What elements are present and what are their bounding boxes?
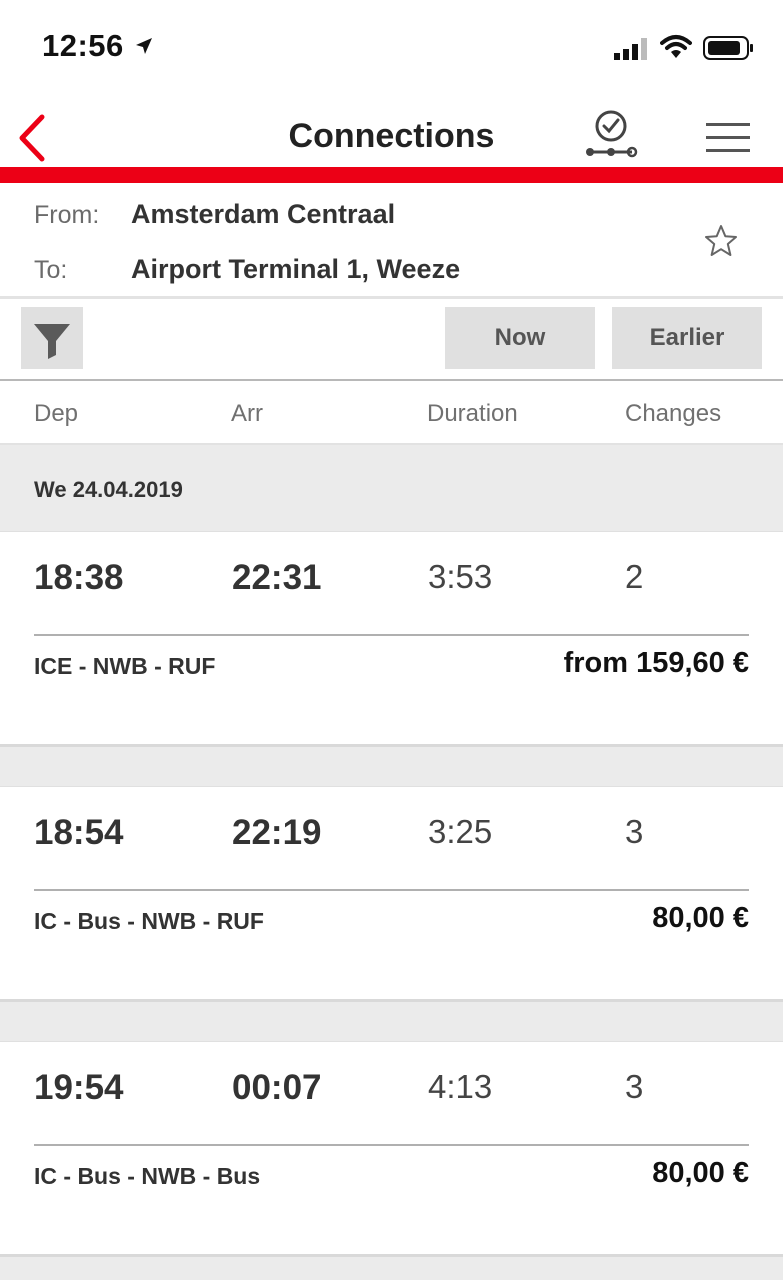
changes: 3 (625, 813, 644, 850)
accent-bar (0, 167, 783, 183)
to-label: To: (34, 256, 68, 284)
column-dep: Dep (34, 400, 79, 427)
products: ICE - NWB - RUF (34, 653, 216, 679)
arrival-time: 00:07 (232, 1068, 322, 1107)
to-station: Airport Terminal 1, Weeze (131, 254, 461, 284)
from-label: From: (34, 201, 100, 229)
menu-button[interactable] (706, 123, 750, 158)
date-text: We 24.04.2019 (34, 477, 183, 502)
divider (34, 889, 749, 891)
arrival-time: 22:19 (232, 813, 322, 852)
route-summary[interactable]: From: Amsterdam Centraal To: Airport Ter… (0, 183, 783, 296)
column-duration: Duration (427, 400, 518, 427)
duration: 3:53 (428, 558, 493, 595)
timetable-button[interactable] (582, 108, 640, 165)
page-title: Connections (288, 117, 495, 155)
clock-route-icon (582, 110, 640, 164)
status-time: 12:56 (42, 28, 124, 63)
departure-time: 18:54 (34, 813, 124, 852)
connection-card[interactable]: 19:54 00:07 4:13 3 IC - Bus - NWB - Bus … (0, 1041, 783, 1257)
favorite-button[interactable] (703, 223, 739, 264)
duration: 4:13 (428, 1068, 493, 1105)
column-arr: Arr (231, 400, 263, 427)
products: IC - Bus - NWB - Bus (34, 1163, 261, 1189)
now-button[interactable]: Now (445, 307, 595, 369)
price: 80,00 € (652, 1157, 749, 1189)
price: from 159,60 € (563, 647, 749, 679)
products: IC - Bus - NWB - RUF (34, 908, 264, 934)
connection-card[interactable]: 18:54 22:19 3:25 3 IC - Bus - NWB - RUF … (0, 786, 783, 1002)
nav-bar: Connections (0, 95, 783, 167)
status-bar: 12:56 (0, 0, 783, 95)
date-header: We 24.04.2019 (0, 445, 783, 531)
wifi-icon (660, 34, 692, 65)
column-changes: Changes (625, 400, 722, 427)
location-arrow-icon (134, 36, 154, 61)
cellular-signal-icon (614, 38, 650, 65)
divider (34, 634, 749, 636)
duration: 3:25 (428, 813, 493, 850)
departure-time: 19:54 (34, 1068, 124, 1107)
price: 80,00 € (652, 902, 749, 934)
star-outline-icon (703, 225, 739, 263)
divider (34, 1144, 749, 1146)
hamburger-menu-icon (706, 123, 750, 157)
from-station: Amsterdam Centraal (131, 199, 396, 229)
filter-funnel-icon (21, 324, 83, 373)
arrival-time: 22:31 (232, 558, 322, 597)
battery-icon (703, 36, 755, 65)
changes: 2 (625, 558, 644, 595)
column-headers: Dep Arr Duration Changes (0, 381, 783, 445)
changes: 3 (625, 1068, 644, 1105)
departure-time: 18:38 (34, 558, 124, 597)
toolbar: Now Earlier (0, 299, 783, 381)
connection-card[interactable]: 18:38 22:31 3:53 2 ICE - NWB - RUF from … (0, 531, 783, 747)
filter-button[interactable] (21, 307, 83, 369)
earlier-button[interactable]: Earlier (612, 307, 762, 369)
